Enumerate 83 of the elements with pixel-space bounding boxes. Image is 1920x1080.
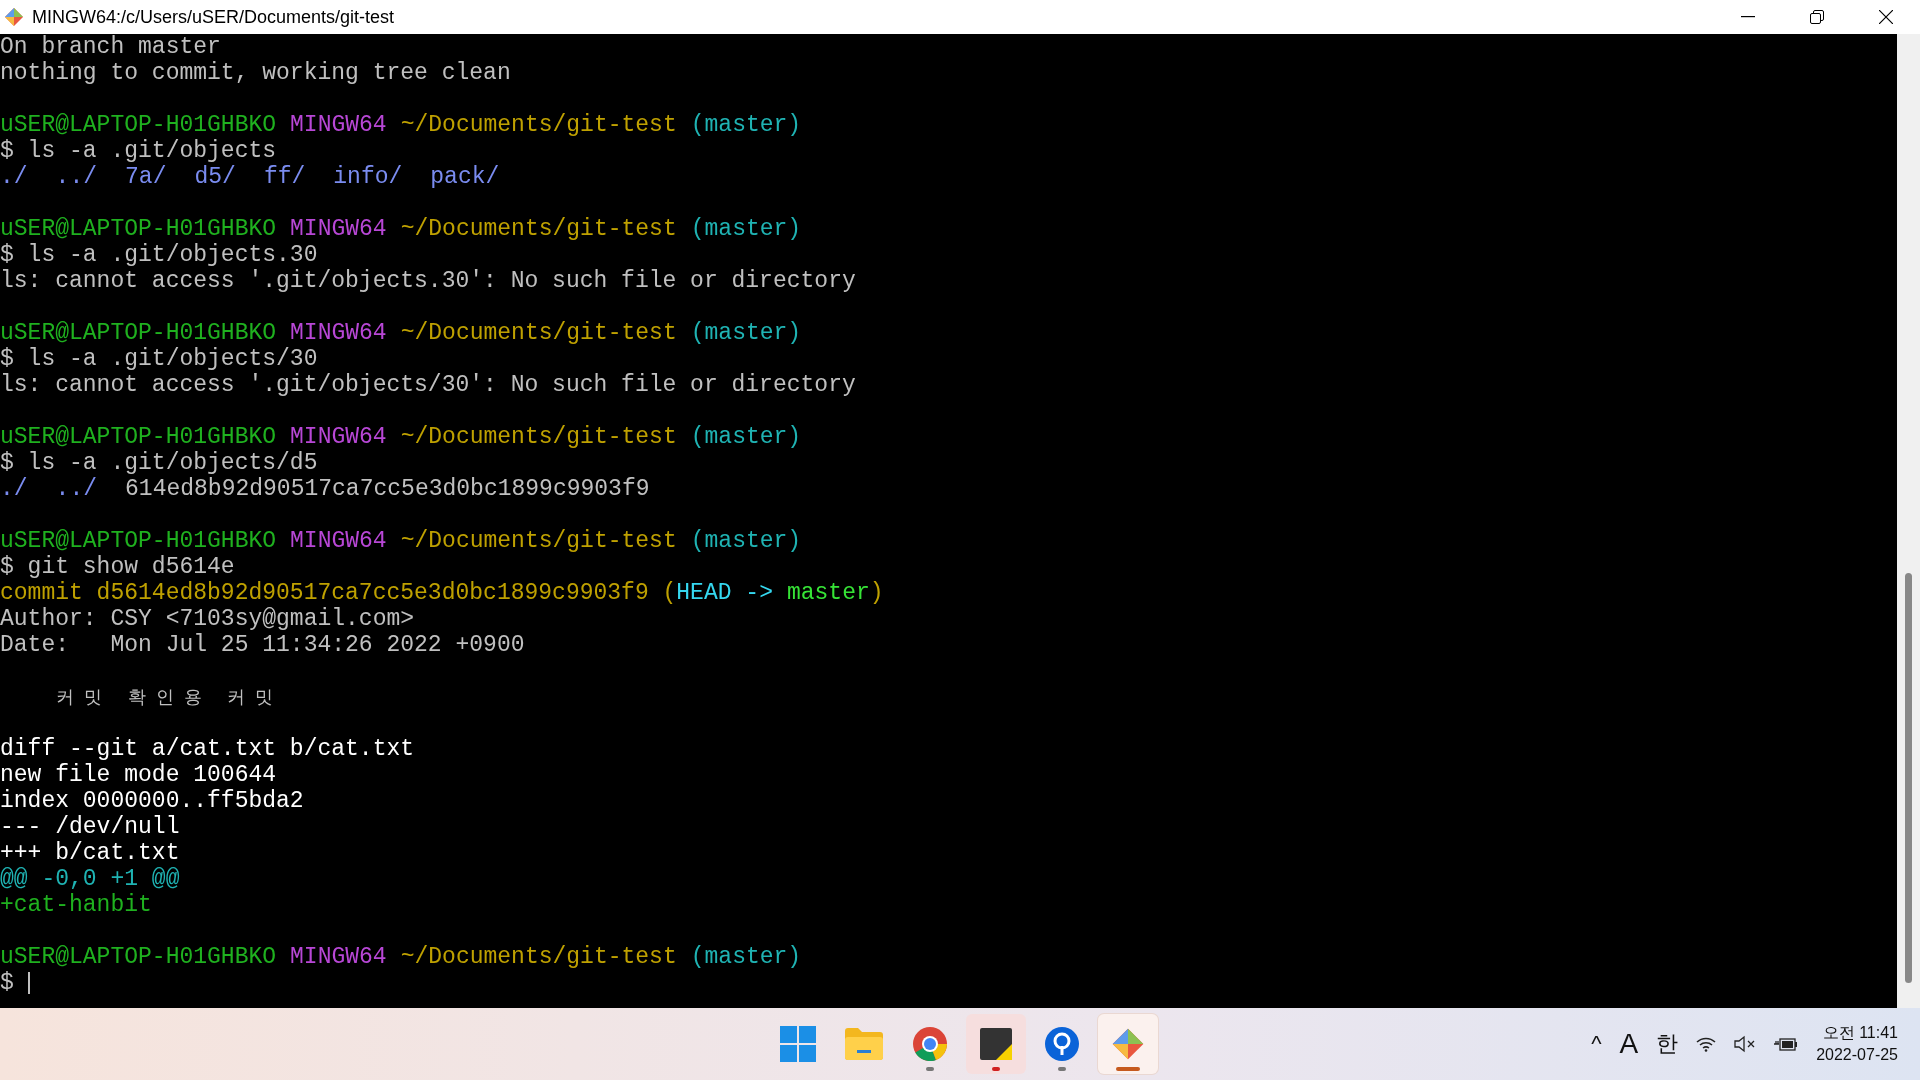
directory-name: ff/ bbox=[263, 164, 306, 190]
output-text: Date: Mon Jul 25 11:34:26 2022 +0900 bbox=[0, 632, 525, 658]
output-text: $ ls -a .git/objects/d5 bbox=[0, 450, 318, 476]
prompt-path: ~/Documents/git-test bbox=[400, 944, 677, 970]
prompt-host: MINGW64 bbox=[290, 216, 387, 242]
text-cursor bbox=[27, 972, 30, 994]
prompt-user: uSER@LAPTOP-H01GHBKO bbox=[0, 944, 277, 970]
diff-header: new file mode 100644 bbox=[0, 762, 277, 788]
diff-header: index 0000000..ff5bda2 bbox=[0, 788, 304, 814]
ime-indicator[interactable]: 한 bbox=[1656, 1029, 1679, 1059]
battery-charging-icon[interactable] bbox=[1774, 1035, 1799, 1053]
git-taskbar-button[interactable] bbox=[1098, 1014, 1158, 1074]
diff-header: diff --git a/cat.txt b/cat.txt bbox=[0, 736, 415, 762]
diff-header: +++ b/cat.txt bbox=[0, 840, 180, 866]
commit-hash: commit d5614ed8b92d90517ca7cc5e3d0bc1899c9903f9 ( bbox=[0, 580, 677, 606]
minimize-icon bbox=[1740, 16, 1755, 18]
clock-time: 오전 11:41 bbox=[1822, 1023, 1898, 1043]
output-text: $ ls -a .git/objects.30 bbox=[0, 242, 318, 268]
window-title: MINGW64:/c/Users/uSER/Documents/git-test bbox=[32, 6, 395, 28]
clock[interactable]: 오전 11:41 2022-07-25 bbox=[1816, 1022, 1898, 1066]
output-text: ls: cannot access '.git/objects/30': No such file or directory bbox=[0, 372, 856, 398]
prompt-branch: (master) bbox=[690, 112, 802, 138]
commit-hash: ) bbox=[869, 580, 884, 606]
added-line: +cat-hanbit bbox=[0, 892, 152, 918]
prompt-path: ~/Documents/git-test bbox=[400, 320, 677, 346]
prompt-symbol: $ bbox=[0, 970, 14, 996]
head-ref: HEAD -> bbox=[676, 580, 773, 606]
directory-name: pack/ bbox=[430, 164, 500, 190]
prompt-path: ~/Documents/git-test bbox=[400, 528, 677, 554]
prompt-host: MINGW64 bbox=[290, 320, 387, 346]
commit-message: 커밋 확인용 커밋 bbox=[56, 685, 284, 709]
output-text: 614ed8b92d90517ca7cc5e3d0bc1899c9903f9 bbox=[125, 476, 650, 502]
output-text: $ ls -a .git/objects bbox=[0, 138, 277, 164]
diff-header: --- /dev/null bbox=[0, 814, 180, 840]
hunk-header: @@ -0,0 +1 @@ bbox=[0, 866, 180, 892]
prompt-user: uSER@LAPTOP-H01GHBKO bbox=[0, 216, 277, 242]
prompt-host: MINGW64 bbox=[290, 112, 387, 138]
prompt-host: MINGW64 bbox=[290, 944, 387, 970]
output-text: Author: CSY <7103sy@gmail.com> bbox=[0, 606, 415, 632]
prompt-branch: (master) bbox=[690, 424, 802, 450]
branch-ref: master bbox=[786, 580, 870, 606]
prompt-host: MINGW64 bbox=[290, 528, 387, 554]
directory-name: ../ bbox=[55, 476, 98, 502]
prompt-path: ~/Documents/git-test bbox=[400, 424, 677, 450]
windows-logo-icon bbox=[780, 1026, 816, 1062]
directory-name: ./ bbox=[0, 164, 28, 190]
clock-date: 2022-07-25 bbox=[1816, 1045, 1898, 1065]
output-text: On branch master bbox=[0, 34, 221, 60]
sticky-note-icon bbox=[980, 1028, 1012, 1060]
folder-icon bbox=[845, 1028, 883, 1060]
output-text: $ git show d5614e bbox=[0, 554, 235, 580]
git-icon bbox=[1111, 1027, 1145, 1061]
prompt-host: MINGW64 bbox=[290, 424, 387, 450]
prompt-branch: (master) bbox=[690, 216, 802, 242]
restore-icon bbox=[1809, 10, 1824, 24]
close-icon bbox=[1878, 10, 1893, 24]
prompt-user: uSER@LAPTOP-H01GHBKO bbox=[0, 424, 277, 450]
prompt-branch: (master) bbox=[690, 944, 802, 970]
directory-name: ./ bbox=[0, 476, 28, 502]
prompt-user: uSER@LAPTOP-H01GHBKO bbox=[0, 528, 277, 554]
prompt-branch: (master) bbox=[690, 320, 802, 346]
output-text: ls: cannot access '.git/objects.30': No such file or directory bbox=[0, 268, 856, 294]
prompt-user: uSER@LAPTOP-H01GHBKO bbox=[0, 112, 277, 138]
directory-name: d5/ bbox=[194, 164, 236, 190]
wifi-icon[interactable] bbox=[1696, 1036, 1717, 1052]
directory-name: 7a/ bbox=[125, 164, 167, 190]
prompt-branch: (master) bbox=[690, 528, 802, 554]
scrollbar[interactable] bbox=[1897, 34, 1920, 1008]
git-icon bbox=[4, 7, 24, 27]
prompt-user: uSER@LAPTOP-H01GHBKO bbox=[0, 320, 277, 346]
prompt-path: ~/Documents/git-test bbox=[400, 112, 677, 138]
location-pin-icon bbox=[1045, 1027, 1079, 1061]
input-mode-indicator[interactable]: A bbox=[1619, 1028, 1639, 1060]
browser-icon bbox=[913, 1027, 947, 1061]
directory-name: ../ bbox=[55, 164, 98, 190]
output-text: $ ls -a .git/objects/30 bbox=[0, 346, 318, 372]
note-taskbar-button[interactable] bbox=[966, 1014, 1026, 1074]
directory-name: info/ bbox=[333, 164, 403, 190]
scrollbar-thumb[interactable] bbox=[1905, 573, 1912, 983]
prompt-path: ~/Documents/git-test bbox=[400, 216, 677, 242]
output-text: nothing to commit, working tree clean bbox=[0, 60, 511, 86]
muted-speaker-icon[interactable] bbox=[1734, 1035, 1757, 1053]
show-hidden-icons-button[interactable]: ^ bbox=[1591, 1031, 1602, 1057]
